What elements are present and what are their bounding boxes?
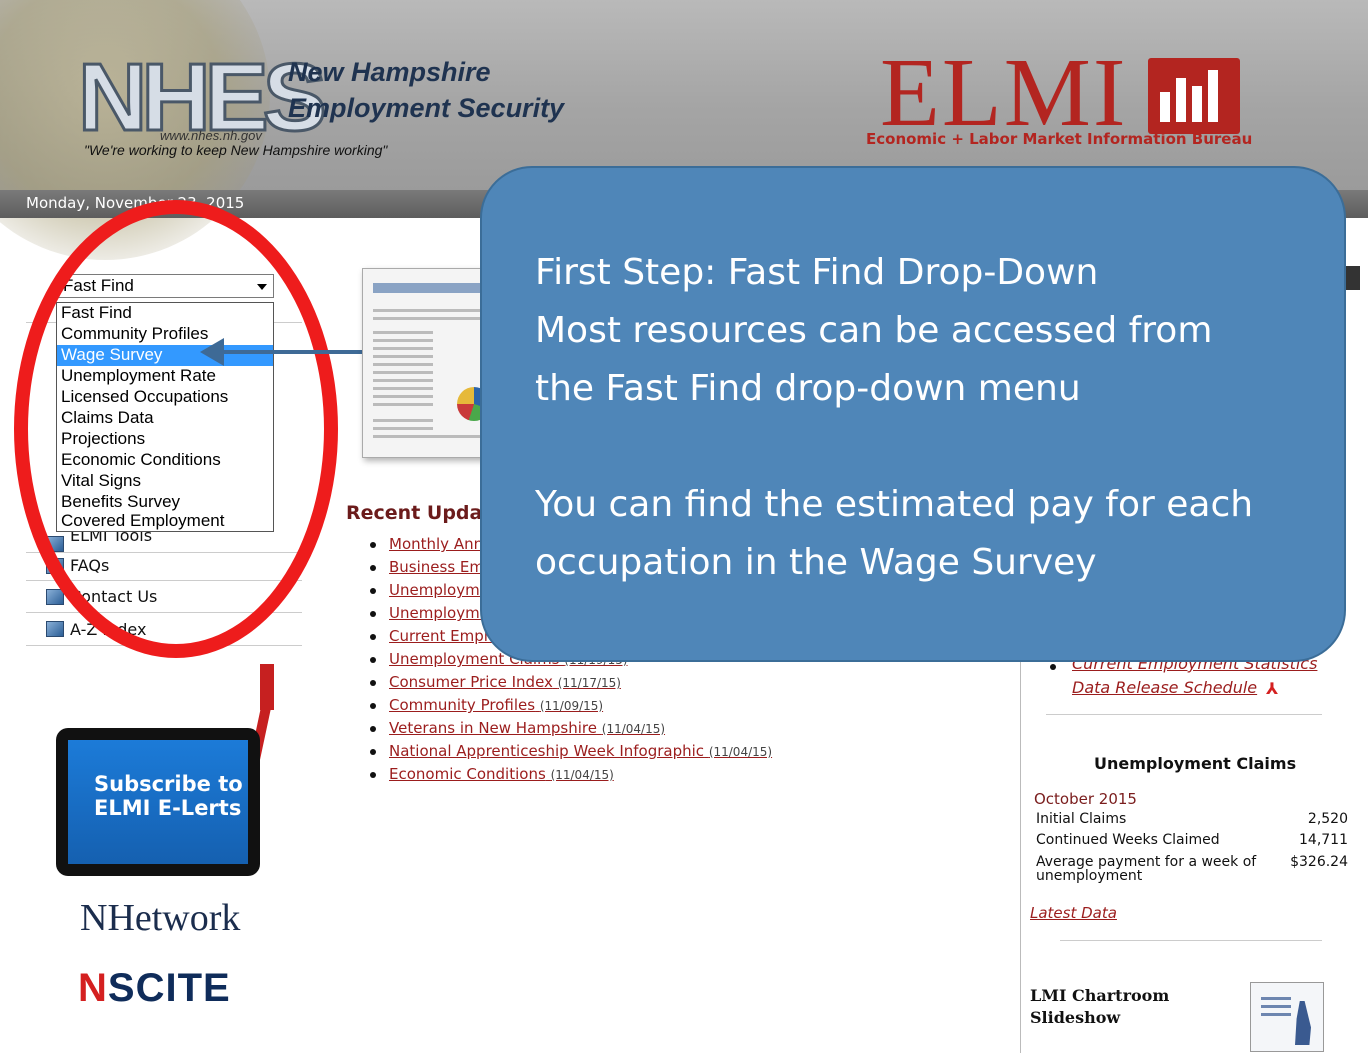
callout-line: Most resources can be accessed from xyxy=(535,310,1213,351)
update-link[interactable]: National Apprenticeship Week Infographic… xyxy=(389,742,772,760)
divider xyxy=(1060,940,1322,941)
callout-line: occupation in the Wage Survey xyxy=(535,542,1097,583)
elmi-chart-icon xyxy=(1148,58,1240,134)
nhetwork-logo[interactable]: NHetwork xyxy=(80,896,240,940)
tagline: "We're working to keep New Hampshire wor… xyxy=(84,142,388,158)
chartroom-label[interactable]: LMI Chartroom Slideshow xyxy=(1030,985,1169,1029)
claims-month: October 2015 xyxy=(1034,790,1137,808)
update-link[interactable]: Consumer Price Index (11/17/15) xyxy=(389,673,621,691)
chartroom-thumbnail[interactable] xyxy=(1250,982,1324,1052)
update-link[interactable]: Veterans in New Hampshire (11/04/15) xyxy=(389,719,665,737)
update-link[interactable]: Community Profiles (11/09/15) xyxy=(389,696,603,714)
callout-line: First Step: Fast Find Drop-Down xyxy=(535,252,1099,293)
pointer-arrow-head-icon xyxy=(200,338,224,366)
pdf-icon[interactable]: ⅄ xyxy=(1266,680,1284,698)
nav-arrow-icon xyxy=(46,621,64,637)
claims-value: $326.24 xyxy=(1290,854,1348,870)
nscite-logo[interactable]: NSCITE xyxy=(78,966,231,1011)
website-url: www.nhes.nh.gov xyxy=(160,128,262,143)
update-date: (11/04/15) xyxy=(708,745,773,759)
org-name-line2: Employment Security xyxy=(288,93,565,123)
claims-value: 2,520 xyxy=(1307,811,1348,827)
update-date: (11/04/15) xyxy=(601,722,666,736)
callout-line: You can find the estimated pay for each xyxy=(535,484,1254,525)
elmi-logo[interactable]: ELMI xyxy=(880,44,1128,142)
search-icon[interactable] xyxy=(1346,266,1360,290)
release-schedule-link[interactable]: Data Release Schedule xyxy=(1072,678,1257,697)
latest-data-link[interactable]: Latest Data xyxy=(1030,904,1117,922)
highlight-oval xyxy=(14,200,338,658)
claims-label: Average payment for a week of unemployme… xyxy=(1036,854,1257,884)
subscribe-text[interactable]: Subscribe to ELMI E-Lerts xyxy=(94,772,243,820)
elmi-subtitle: Economic + Labor Market Information Bure… xyxy=(866,130,1253,148)
bullet xyxy=(1050,664,1056,670)
org-name-line1: New Hampshire xyxy=(288,57,491,87)
update-link[interactable]: Economic Conditions (11/04/15) xyxy=(389,765,614,783)
claims-label: Continued Weeks Claimed xyxy=(1036,832,1220,848)
update-date: (11/09/15) xyxy=(539,699,604,713)
divider xyxy=(1046,714,1322,715)
callout-line: the Fast Find drop-down menu xyxy=(535,368,1081,409)
claims-label: Initial Claims xyxy=(1036,811,1127,827)
unemployment-claims-title: Unemployment Claims xyxy=(1094,754,1297,773)
update-date: (11/17/15) xyxy=(557,676,621,690)
claims-value: 14,711 xyxy=(1299,832,1348,848)
update-date: (11/04/15) xyxy=(550,768,614,782)
